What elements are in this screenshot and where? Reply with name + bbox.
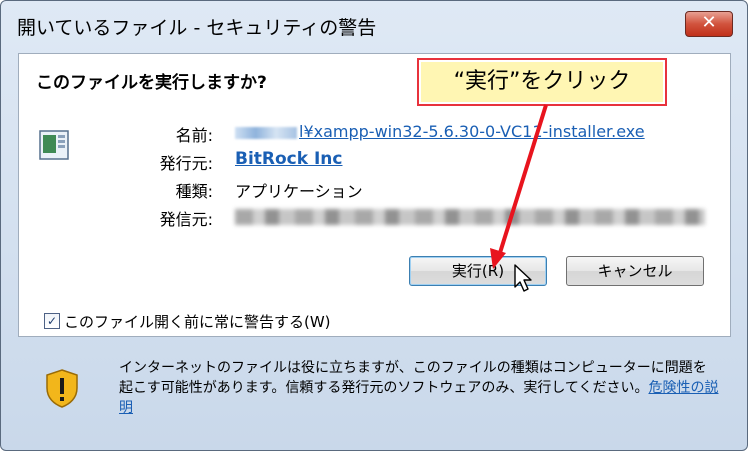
mouse-cursor-icon (514, 264, 532, 292)
warning-text: インターネットのファイルは役に立ちますが、このファイルの種類はコンピューターに問… (119, 360, 707, 396)
file-name-value[interactable]: l¥xampp-win32-5.6.30-0-VC11-installer.ex… (299, 122, 645, 141)
instruction-callout: “実行”をクリック (417, 58, 667, 106)
run-question: このファイルを実行しますか? (36, 73, 267, 93)
cancel-button[interactable]: キャンセル (566, 256, 704, 286)
always-warn-label[interactable]: このファイル開く前に常に警告する(W) (64, 311, 331, 332)
callout-text: “実行”をクリック (453, 69, 631, 94)
warning-message: インターネットのファイルは役に立ちますが、このファイルの種類はコンピューターに問… (119, 358, 719, 418)
dialog-title: 開いているファイル - セキュリティの警告 (17, 17, 377, 39)
security-warning-dialog: 開いているファイル - セキュリティの警告 ✕ このファイルを実行しますか? 名… (0, 0, 748, 451)
blurred-source-value (235, 209, 705, 225)
name-label: 名前: (175, 126, 213, 145)
warning-shield-icon (46, 369, 78, 408)
source-label: 発信元: (159, 210, 213, 229)
publisher-link[interactable]: BitRock Inc (235, 149, 343, 169)
always-warn-checkbox[interactable]: ✓ (44, 313, 60, 329)
type-label: 種類: (175, 182, 213, 201)
dialog-content: このファイルを実行しますか? 名前: l¥xampp-win32-5.6.30-… (18, 53, 731, 337)
type-value: アプリケーション (235, 182, 363, 201)
title-bar[interactable]: 開いているファイル - セキュリティの警告 ✕ (1, 1, 747, 51)
publisher-label: 発行元: (159, 154, 213, 173)
blurred-path (235, 126, 297, 139)
file-name-link[interactable]: l¥xampp-win32-5.6.30-0-VC11-installer.ex… (235, 122, 645, 141)
application-icon (39, 130, 69, 160)
close-button[interactable]: ✕ (685, 11, 733, 37)
